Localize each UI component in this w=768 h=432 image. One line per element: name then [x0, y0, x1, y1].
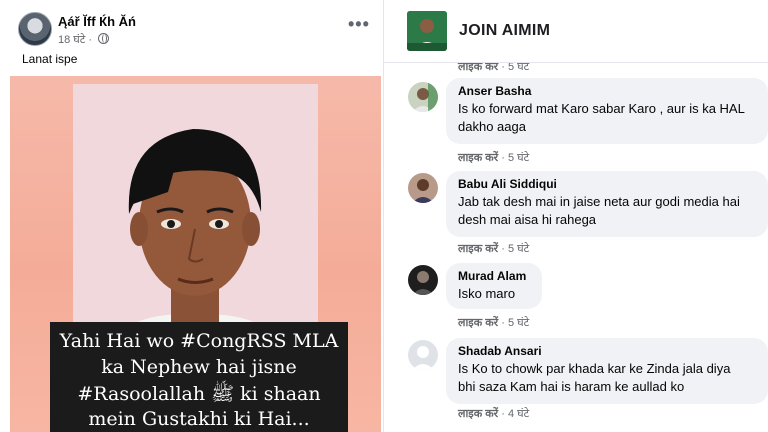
- comment-text: Is Ko to chowk par khada kar ke Zinda ja…: [458, 361, 731, 376]
- overlay-line: Yahi Hai wo #CongRSS MLA: [59, 330, 339, 352]
- comment-time[interactable]: 4 घंटे: [508, 408, 529, 420]
- author-name[interactable]: Ąář Ĭff Ќh Ăń: [58, 14, 136, 29]
- comment-time[interactable]: 5 घंटे: [508, 243, 529, 255]
- commenter-name[interactable]: Murad Alam: [458, 269, 530, 283]
- post-time[interactable]: 18 घंटे: [58, 34, 85, 46]
- comment-text: Isko maro: [458, 286, 516, 301]
- comment-list: लाइक करें · 5 घंटे Anser Basha Is ko for…: [384, 0, 768, 432]
- comment-bubble: Shadab Ansari Is Ko to chowk par khada k…: [446, 338, 768, 404]
- comment-time[interactable]: 5 घंटे: [508, 317, 529, 329]
- commenter-avatar[interactable]: [408, 265, 438, 295]
- overlay-line: ka Nephew hai jisne: [101, 356, 297, 378]
- comment-bubble: Babu Ali Siddiqui Jab tak desh mai in ja…: [446, 171, 768, 237]
- like-link[interactable]: लाइक करें: [458, 152, 498, 164]
- comment-actions: लाइक करें · 4 घंटे: [458, 406, 529, 421]
- author-avatar[interactable]: [18, 12, 52, 46]
- commenter-avatar[interactable]: [408, 173, 438, 203]
- post-meta: 18 घंटे ·: [58, 32, 110, 47]
- actions-separator: ·: [501, 408, 505, 420]
- group-avatar[interactable]: [407, 11, 447, 51]
- like-link[interactable]: लाइक करें: [458, 408, 498, 420]
- comment-actions: लाइक करें · 5 घंटे: [458, 150, 529, 165]
- post-card: Ąář Ĭff Ќh Ăń 18 घंटे · ••• Lanat ispe Y…: [0, 0, 384, 432]
- commenter-avatar[interactable]: [408, 82, 438, 112]
- comment-text: dakho aaga: [458, 119, 526, 134]
- comment-bubble: Murad Alam Isko maro: [446, 263, 542, 309]
- comment-time[interactable]: 5 घंटे: [508, 152, 529, 164]
- comment-text: bhi saza Kam hai is haram ke aullad ko: [458, 379, 685, 394]
- commenter-avatar[interactable]: [408, 340, 438, 370]
- comment-text: Jab tak desh mai in jaise neta aur godi …: [458, 194, 740, 209]
- comment-text: Is ko forward mat Karo sabar Karo , aur …: [458, 101, 745, 116]
- meta-separator: ·: [88, 34, 93, 46]
- comment-actions: लाइक करें · 5 घंटे: [458, 315, 529, 330]
- post-image[interactable]: Yahi Hai wo #CongRSS MLA ka Nephew hai j…: [10, 76, 381, 432]
- overlay-line: #Rasoolallah ﷺ ki shaan: [77, 383, 321, 405]
- overlay-line: mein Gustakhi ki Hai...: [88, 408, 310, 430]
- actions-separator: ·: [501, 317, 505, 329]
- globe-icon: [98, 33, 110, 44]
- comment-actions: लाइक करें · 5 घंटे: [458, 241, 529, 256]
- like-link[interactable]: लाइक करें: [458, 317, 498, 329]
- more-options-icon[interactable]: •••: [348, 15, 370, 33]
- group-header: JOIN AIMIM: [384, 0, 768, 63]
- comment-bubble: Anser Basha Is ko forward mat Karo sabar…: [446, 78, 768, 144]
- actions-separator: ·: [501, 152, 505, 164]
- comments-panel: लाइक करें · 5 घंटे Anser Basha Is ko for…: [384, 0, 768, 432]
- post-text: Lanat ispe: [22, 52, 78, 66]
- commenter-name[interactable]: Anser Basha: [458, 84, 756, 98]
- comment-text: desh mai aisa hi rahega: [458, 212, 597, 227]
- group-title[interactable]: JOIN AIMIM: [459, 22, 550, 40]
- image-caption-overlay: Yahi Hai wo #CongRSS MLA ka Nephew hai j…: [50, 322, 348, 432]
- commenter-name[interactable]: Babu Ali Siddiqui: [458, 177, 756, 191]
- commenter-name[interactable]: Shadab Ansari: [458, 344, 756, 358]
- like-link[interactable]: लाइक करें: [458, 243, 498, 255]
- actions-separator: ·: [501, 243, 505, 255]
- post-header: Ąář Ĭff Ќh Ăń 18 घंटे · •••: [18, 12, 370, 52]
